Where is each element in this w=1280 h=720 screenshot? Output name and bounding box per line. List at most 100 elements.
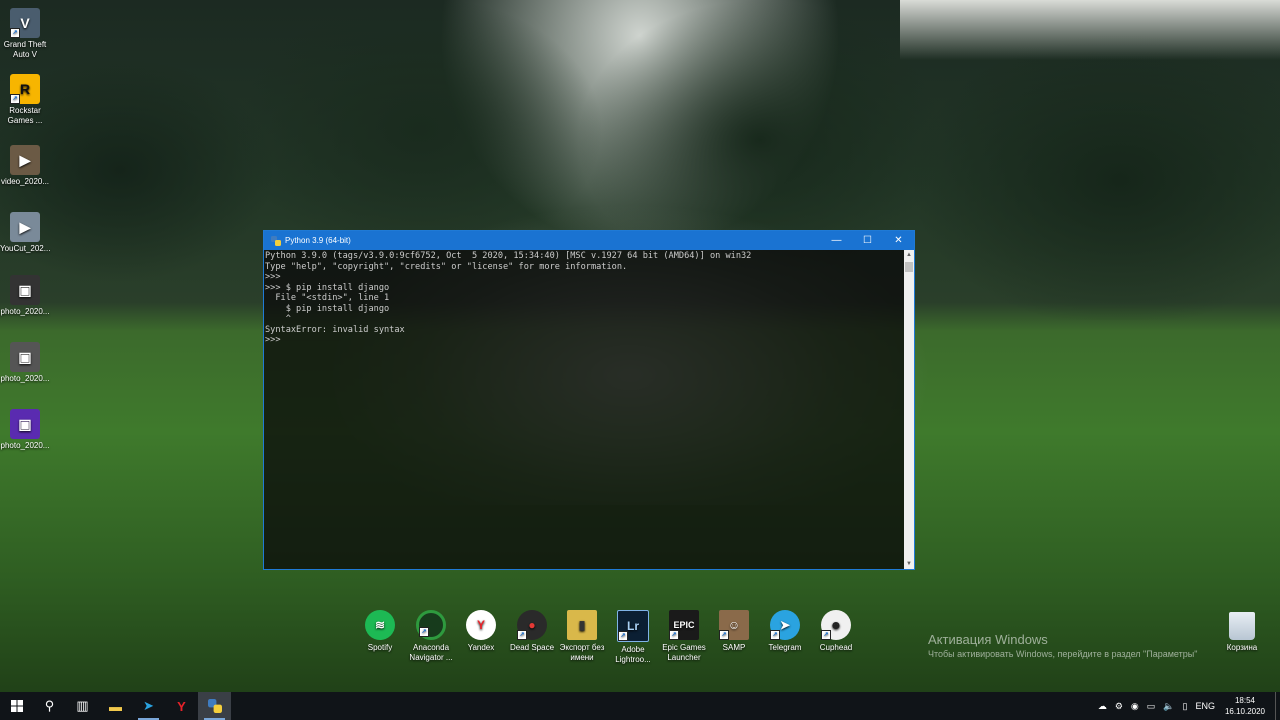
shortcut-arrow-icon: ↗ — [419, 627, 429, 637]
python-console-window[interactable]: Python 3.9 (64-bit) — ☐ ✕ Python 3.9.0 (… — [263, 230, 915, 570]
desktop-icon-video[interactable]: ▶ video_2020... — [0, 145, 50, 187]
shortcut-arrow-icon: ↗ — [10, 28, 20, 38]
dock-label: Yandex — [467, 643, 495, 652]
activation-subtitle: Чтобы активировать Windows, перейдите в … — [928, 649, 1198, 659]
scroll-thumb[interactable] — [905, 262, 913, 272]
taskbar-clock[interactable]: 18:54 16.10.2020 — [1225, 695, 1265, 717]
video-thumbnail-icon: ▶ — [10, 212, 40, 242]
close-button[interactable]: ✕ — [883, 231, 914, 250]
dock-label: Adobe Lightroo... — [615, 645, 651, 664]
taskbar-yandex[interactable]: Y — [165, 692, 198, 720]
desktop-icon-yandex[interactable]: Y Yandex — [455, 610, 507, 653]
telegram-icon: ➤ — [143, 698, 154, 713]
task-view-button[interactable]: ▥ — [66, 692, 99, 720]
start-button[interactable] — [0, 692, 33, 720]
clock-date: 16.10.2020 — [1224, 707, 1265, 716]
taskbar: ⚲ ▥ ▬ ➤ Y ☁ ⚙ ◉ ▭ 🔈 ▯ ENG 18:54 16.10.20… — [0, 692, 1280, 720]
search-icon: ⚲ — [44, 698, 55, 713]
taskbar-telegram[interactable]: ➤ — [132, 692, 165, 720]
network-icon[interactable]: ▭ — [1147, 701, 1156, 712]
console-line: Python 3.9.0 (tags/v3.9.0:9cf6752, Oct 5… — [265, 251, 752, 261]
console-line: File "<stdin>", line 1 — [265, 293, 390, 303]
desktop-icon-label: photo_2020... — [0, 307, 50, 316]
shortcut-arrow-icon: ↗ — [821, 630, 831, 640]
photo-thumbnail-icon: ▣ — [10, 342, 40, 372]
console-output[interactable]: Python 3.9.0 (tags/v3.9.0:9cf6752, Oct 5… — [264, 250, 904, 569]
desktop-icon-lightroom[interactable]: Lr ↗ Adobe Lightroo... — [607, 610, 659, 665]
task-view-icon: ▥ — [76, 698, 89, 713]
battery-icon[interactable]: ▯ — [1182, 701, 1187, 712]
photo-thumbnail-icon: ▣ — [10, 275, 40, 305]
dead-space-icon: ● ↗ — [517, 610, 547, 640]
desktop-icon-export[interactable]: ▮ Экспорт без имени — [556, 610, 608, 663]
desktop-icon-label: photo_2020... — [0, 441, 50, 450]
desktop-icon-youcut[interactable]: ▶ YouCut_202... — [0, 212, 50, 254]
shortcut-arrow-icon: ↗ — [517, 630, 527, 640]
console-line: >>> $ pip install django — [265, 282, 390, 293]
console-line: $ pip install django — [265, 303, 390, 314]
tray-app-icon[interactable]: ⚙ — [1115, 701, 1123, 712]
desktop-icon-dead-space[interactable]: ● ↗ Dead Space — [506, 610, 558, 653]
desktop-icon-gta[interactable]: V ↗ Grand Theft Auto V — [0, 8, 50, 60]
python-icon — [271, 235, 281, 246]
windows-logo-icon — [10, 700, 23, 712]
desktop-icon-label: YouCut_202... — [0, 244, 51, 253]
gta-icon: V ↗ — [10, 8, 40, 38]
search-button[interactable]: ⚲ — [33, 692, 66, 720]
desktop-icon-label: video_2020... — [0, 177, 50, 186]
desktop-icon-rockstar[interactable]: R ↗ Rockstar Games ... — [0, 74, 50, 126]
desktop-icon-photo-1[interactable]: ▣ photo_2020... — [0, 275, 50, 317]
desktop-icon-photo-3[interactable]: ▣ photo_2020... — [0, 409, 50, 451]
yandex-icon: Y — [466, 610, 496, 640]
scroll-up-icon[interactable]: ▲ — [904, 250, 914, 260]
recycle-bin-icon — [1229, 612, 1255, 640]
window-titlebar[interactable]: Python 3.9 (64-bit) — ☐ ✕ — [264, 231, 914, 250]
lightroom-icon: Lr ↗ — [617, 610, 649, 642]
taskbar-explorer[interactable]: ▬ — [99, 692, 132, 720]
desktop-icon-label: Rockstar Games ... — [7, 106, 43, 125]
scroll-down-icon[interactable]: ▼ — [904, 559, 914, 569]
dock-label: Telegram — [768, 643, 802, 652]
epic-games-icon: EPIC ↗ — [669, 610, 699, 640]
desktop-icon-label: photo_2020... — [0, 374, 50, 383]
dock-label: SAMP — [722, 643, 746, 652]
show-desktop-button[interactable] — [1275, 692, 1280, 720]
volume-icon[interactable]: 🔈 — [1163, 701, 1174, 712]
dock-label: Dead Space — [509, 643, 555, 652]
shortcut-arrow-icon: ↗ — [669, 630, 679, 640]
windows-activation-watermark: Активация Windows Чтобы активировать Win… — [928, 632, 1197, 659]
activation-title: Активация Windows — [928, 632, 1048, 647]
desktop-icon-cuphead[interactable]: ☻ ↗ Cuphead — [810, 610, 862, 653]
desktop-icon-samp[interactable]: ☺ ↗ SAMP — [708, 610, 760, 653]
dock-label: Anaconda Navigator ... — [409, 643, 453, 662]
window-title: Python 3.9 (64-bit) — [285, 236, 351, 245]
console-line: ^ — [265, 314, 291, 324]
shortcut-arrow-icon: ↗ — [10, 94, 20, 104]
telegram-icon: ➤ ↗ — [770, 610, 800, 640]
photo-thumbnail-icon: ▣ — [10, 409, 40, 439]
console-line: Type "help", "copyright", "credits" or "… — [265, 261, 628, 272]
rockstar-icon: R ↗ — [10, 74, 40, 104]
desktop-icon-epic[interactable]: EPIC ↗ Epic Games Launcher — [658, 610, 710, 663]
minimize-button[interactable]: — — [821, 231, 852, 250]
desktop-icon-photo-2[interactable]: ▣ photo_2020... — [0, 342, 50, 384]
maximize-button[interactable]: ☐ — [852, 231, 883, 250]
shortcut-arrow-icon: ↗ — [618, 631, 628, 641]
tray-app-icon[interactable]: ☁ — [1098, 701, 1107, 712]
console-scrollbar[interactable]: ▲ ▼ — [904, 250, 914, 569]
dock-label: Epic Games Launcher — [662, 643, 706, 662]
desktop-icon-spotify[interactable]: ≋ Spotify — [354, 610, 406, 653]
clock-time: 18:54 — [1234, 696, 1255, 705]
taskbar-python[interactable] — [198, 692, 231, 720]
tray-app-icon[interactable]: ◉ — [1131, 701, 1139, 712]
anaconda-icon: ↗ — [416, 610, 446, 640]
desktop-icon-anaconda[interactable]: ↗ Anaconda Navigator ... — [405, 610, 457, 663]
desktop-icon-recycle-bin[interactable]: Корзина — [1222, 612, 1262, 652]
yandex-icon: Y — [177, 698, 186, 714]
cuphead-icon: ☻ ↗ — [821, 610, 851, 640]
dock-label: Экспорт без имени — [559, 643, 605, 662]
samp-icon: ☺ ↗ — [719, 610, 749, 640]
desktop-icon-telegram[interactable]: ➤ ↗ Telegram — [759, 610, 811, 653]
language-indicator[interactable]: ENG — [1195, 701, 1215, 711]
folder-icon: ▮ — [567, 610, 597, 640]
